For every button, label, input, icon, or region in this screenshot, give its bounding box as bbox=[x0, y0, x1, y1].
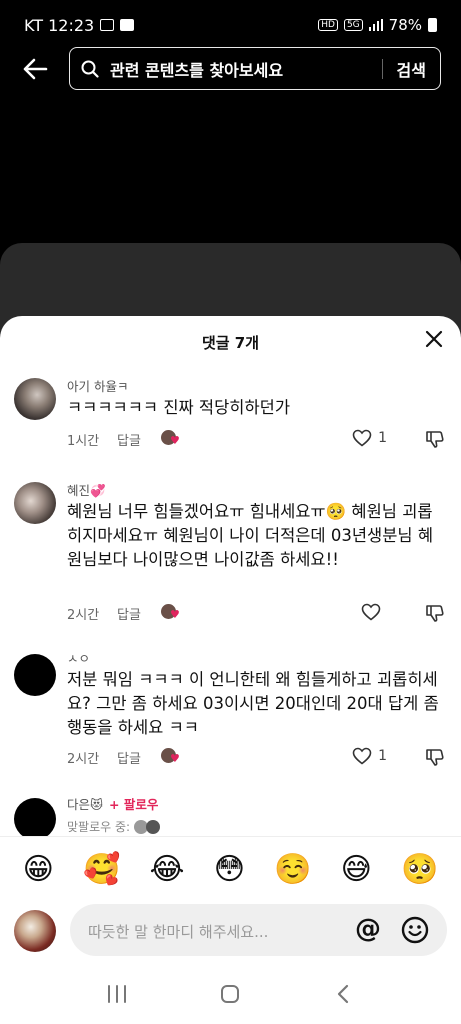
system-back-button[interactable] bbox=[333, 983, 355, 1009]
mention-button[interactable]: @ bbox=[355, 915, 381, 943]
mutual-follow-line: 맞팔로우 중: bbox=[67, 818, 161, 835]
creator-heart-icon: ♥ bbox=[161, 604, 183, 622]
carrier-time: KT 12:23 bbox=[24, 15, 95, 35]
search-icon bbox=[70, 60, 110, 78]
search-header: 관련 콘텐츠를 찾아보세요 검색 bbox=[0, 47, 461, 91]
comment-placeholder: 따듯한 말 한마디 해주세요... bbox=[88, 923, 269, 941]
dislike-button[interactable] bbox=[425, 603, 445, 627]
emoji-joy[interactable]: 😂 bbox=[149, 852, 184, 888]
emoji-flushed[interactable]: 😳 bbox=[214, 852, 245, 888]
emoji-hearts[interactable]: 🥰 bbox=[83, 852, 120, 888]
thumbs-down-icon bbox=[426, 605, 444, 622]
comment-username[interactable]: ㅅㅇ bbox=[67, 648, 90, 667]
smiley-icon bbox=[401, 916, 429, 944]
comments-title: 댓글 7개 bbox=[201, 334, 260, 352]
thumbs-down-icon bbox=[426, 749, 444, 766]
youtube-icon bbox=[120, 19, 135, 31]
comment-time: 1시간 bbox=[67, 433, 100, 449]
avatar[interactable] bbox=[14, 482, 56, 524]
creator-heart-icon: ♥ bbox=[161, 748, 183, 766]
recent-apps-button[interactable] bbox=[106, 984, 128, 1008]
comment-input-row: 따듯한 말 한마디 해주세요... @ bbox=[0, 902, 461, 958]
hd-voice-icon: HD bbox=[318, 19, 338, 31]
dislike-button[interactable] bbox=[425, 429, 445, 453]
heart-icon bbox=[361, 603, 381, 621]
mutual-avatar bbox=[146, 819, 161, 834]
chevron-left-icon bbox=[338, 984, 349, 1004]
close-button[interactable] bbox=[424, 329, 444, 349]
comment-item: ㅅㅇ 저분 뭐임 ㅋㅋㅋ 이 언니한테 왜 힘들게하고 괴롭히세요? 그만 좀 … bbox=[0, 640, 461, 784]
comment-username[interactable]: 아기 하율ㅋ bbox=[67, 376, 128, 395]
comment-time: 2시간 bbox=[67, 751, 100, 767]
home-button[interactable] bbox=[219, 983, 241, 1009]
emoji-grin[interactable]: 😁 bbox=[23, 852, 54, 888]
comment-username[interactable]: 다은😻 bbox=[67, 794, 103, 813]
like-button[interactable]: 1 bbox=[352, 747, 387, 765]
emoji-sweat-smile[interactable]: 😅 bbox=[341, 852, 372, 888]
comment-list[interactable]: 아기 하율ㅋ ㅋㅋㅋㅋㅋㅋ 진짜 적당히하던가 1시간 답글 ♥ 1 혜진💞 혜… bbox=[0, 368, 461, 836]
follow-button[interactable]: + 팔로우 bbox=[109, 794, 158, 813]
network-type-icon: 5G bbox=[343, 19, 363, 31]
comment-meta: 2시간 답글 ♥ bbox=[67, 746, 447, 768]
comment-item: 다은😻 + 팔로우 맞팔로우 중: bbox=[0, 784, 461, 836]
arrow-left-icon bbox=[23, 58, 48, 80]
search-input[interactable]: 관련 콘텐츠를 찾아보세요 검색 bbox=[69, 47, 441, 90]
gallery-icon bbox=[100, 19, 115, 31]
reply-button[interactable]: 답글 bbox=[117, 604, 161, 623]
comment-item: 혜진💞 혜원님 너무 힘들겠어요ㅠ 힘내세요ㅠ🥺 혜원님 괴롭히지마세요ㅠ 혜원… bbox=[0, 472, 461, 640]
comment-item: 아기 하율ㅋ ㅋㅋㅋㅋㅋㅋ 진짜 적당히하던가 1시간 답글 ♥ 1 bbox=[0, 368, 461, 472]
dislike-button[interactable] bbox=[425, 747, 445, 771]
emoji-relaxed[interactable]: ☺️ bbox=[274, 852, 311, 888]
reply-button[interactable]: 답글 bbox=[117, 748, 161, 767]
comment-username[interactable]: 혜진💞 bbox=[67, 480, 106, 499]
emoji-pleading[interactable]: 🥺 bbox=[401, 852, 438, 888]
search-placeholder: 관련 콘텐츠를 찾아보세요 bbox=[110, 60, 284, 80]
home-icon bbox=[221, 985, 240, 1003]
heart-icon bbox=[352, 747, 372, 765]
close-icon bbox=[425, 330, 443, 348]
like-button[interactable]: 1 bbox=[352, 429, 387, 447]
heart-icon bbox=[352, 429, 372, 447]
comment-text: 혜원님 너무 힘들겠어요ㅠ 힘내세요ㅠ🥺 혜원님 괴롭히지마세요ㅠ 혜원님이 나… bbox=[67, 502, 433, 569]
comment-meta: 2시간 답글 ♥ bbox=[67, 602, 447, 624]
system-nav-bar bbox=[0, 968, 461, 1024]
reply-button[interactable]: 답글 bbox=[117, 430, 161, 449]
comment-meta: 1시간 답글 ♥ bbox=[67, 428, 447, 450]
comment-user-line: 다은😻 + 팔로우 bbox=[67, 794, 158, 813]
battery-icon bbox=[428, 18, 437, 32]
avatar[interactable] bbox=[14, 798, 56, 836]
search-button[interactable]: 검색 bbox=[397, 57, 440, 81]
comment-text: ㅋㅋㅋㅋㅋㅋ 진짜 적당히하던가 bbox=[67, 398, 291, 417]
avatar[interactable] bbox=[14, 378, 56, 420]
emoji-quick-bar: 😁 🥰 😂 😳 ☺️ 😅 🥺 bbox=[0, 836, 461, 902]
like-button[interactable] bbox=[361, 603, 387, 621]
like-count: 1 bbox=[378, 430, 387, 446]
back-button[interactable] bbox=[0, 47, 70, 91]
creator-heart-icon: ♥ bbox=[161, 430, 183, 448]
comment-input[interactable]: 따듯한 말 한마디 해주세요... @ bbox=[70, 904, 447, 956]
like-count: 1 bbox=[378, 748, 387, 764]
thumbs-down-icon bbox=[426, 431, 444, 448]
recent-apps-icon bbox=[107, 985, 126, 1003]
comment-text: 저분 뭐임 ㅋㅋㅋ 이 언니한테 왜 힘들게하고 괴롭히세요? 그만 좀 하세요… bbox=[67, 670, 439, 737]
status-bar: KT 12:23 HD 5G 78% bbox=[0, 0, 461, 50]
signal-icon bbox=[368, 19, 383, 31]
emoji-picker-button[interactable] bbox=[401, 916, 429, 944]
search-divider bbox=[381, 58, 383, 79]
sheet-header: 댓글 7개 bbox=[0, 316, 461, 366]
battery-percent: 78% bbox=[388, 16, 422, 34]
mutual-follow-label: 맞팔로우 중: bbox=[67, 820, 131, 834]
comment-time: 2시간 bbox=[67, 607, 100, 623]
avatar[interactable] bbox=[14, 654, 56, 696]
comments-sheet: 댓글 7개 아기 하율ㅋ ㅋㅋㅋㅋㅋㅋ 진짜 적당히하던가 1시간 답글 ♥ 1 bbox=[0, 316, 461, 1024]
my-avatar bbox=[14, 910, 56, 952]
